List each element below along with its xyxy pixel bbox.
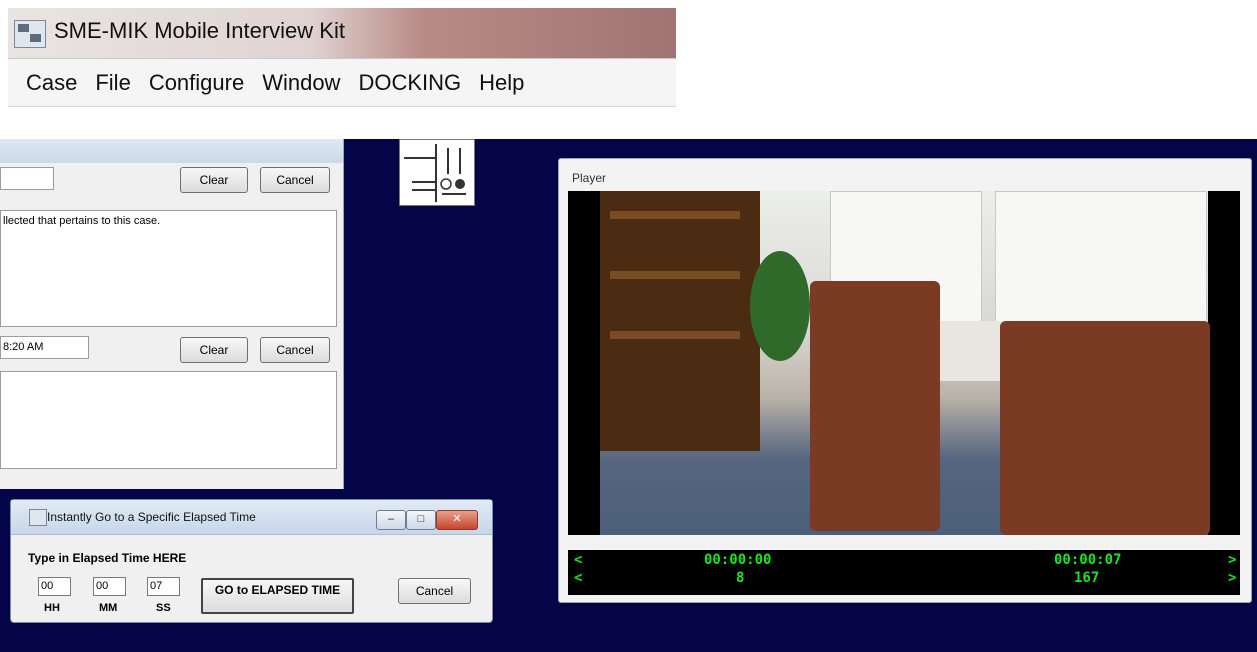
seconds-label: SS — [156, 602, 171, 614]
dialog-cancel-button[interactable]: Cancel — [398, 578, 471, 604]
case-memo-2[interactable] — [0, 371, 337, 469]
app-title-bar: SME-MIK Mobile Interview Kit — [8, 8, 676, 59]
seconds-input[interactable]: 07 — [147, 577, 180, 596]
menu-file[interactable]: File — [95, 70, 130, 96]
case-text-field[interactable] — [0, 167, 54, 190]
maximize-icon[interactable]: □ — [406, 510, 436, 530]
dialog-app-icon — [29, 509, 47, 526]
close-icon[interactable]: ✕ — [436, 510, 478, 530]
elapsed-time-dialog: Instantly Go to a Specific Elapsed Time … — [10, 499, 493, 623]
menu-bar: Case File Configure Window DOCKING Help — [8, 59, 676, 107]
elapsed-time-prompt: Type in Elapsed Time HERE — [28, 551, 187, 565]
time-field[interactable]: 8:20 AM — [0, 336, 89, 359]
elapsed-frame: 8 — [736, 570, 745, 586]
step-back-arrow[interactable]: < — [574, 552, 582, 568]
dialog-title: Instantly Go to a Specific Elapsed Time — [47, 510, 256, 524]
frame-back-arrow[interactable]: < — [574, 570, 582, 586]
case-notes-panel: Clear Cancel llected that pertains to th… — [0, 139, 344, 489]
video-frame — [600, 191, 1210, 535]
menu-window[interactable]: Window — [262, 70, 340, 96]
minimize-icon[interactable]: – — [376, 510, 406, 530]
menu-help[interactable]: Help — [479, 70, 524, 96]
go-to-elapsed-time-button[interactable]: GO to ELAPSED TIME — [201, 578, 354, 614]
step-forward-arrow[interactable]: > — [1228, 552, 1236, 568]
total-time: 00:00:07 — [1054, 552, 1122, 568]
hours-input[interactable]: 00 — [38, 577, 71, 596]
clear-button-1[interactable]: Clear — [180, 167, 248, 193]
app-logo-icon — [14, 20, 46, 48]
case-memo-1[interactable]: llected that pertains to this case. — [0, 210, 337, 327]
app-title: SME-MIK Mobile Interview Kit — [54, 18, 345, 43]
hours-label: HH — [44, 602, 60, 614]
minutes-label: MM — [99, 602, 118, 614]
dialog-title-bar: Instantly Go to a Specific Elapsed Time … — [11, 500, 492, 535]
frame-forward-arrow[interactable]: > — [1228, 570, 1236, 586]
cancel-button-1[interactable]: Cancel — [260, 167, 330, 193]
menu-docking[interactable]: DOCKING — [358, 70, 461, 96]
player-window: Player < < 00:00:00 8 00:00:07 167 > > — [558, 158, 1252, 603]
sme-logo-icon — [399, 139, 475, 206]
player-timecode-bar: < < 00:00:00 8 00:00:07 167 > > — [568, 550, 1240, 595]
elapsed-time: 00:00:00 — [704, 552, 772, 568]
menu-configure[interactable]: Configure — [149, 70, 244, 96]
cancel-button-2[interactable]: Cancel — [260, 337, 330, 363]
panel-header-strip — [0, 139, 343, 163]
total-frames: 167 — [1074, 570, 1100, 586]
clear-button-2[interactable]: Clear — [180, 337, 248, 363]
video-display[interactable] — [568, 191, 1240, 535]
player-title: Player — [572, 171, 607, 185]
menu-case[interactable]: Case — [26, 70, 77, 96]
minutes-input[interactable]: 00 — [93, 577, 126, 596]
